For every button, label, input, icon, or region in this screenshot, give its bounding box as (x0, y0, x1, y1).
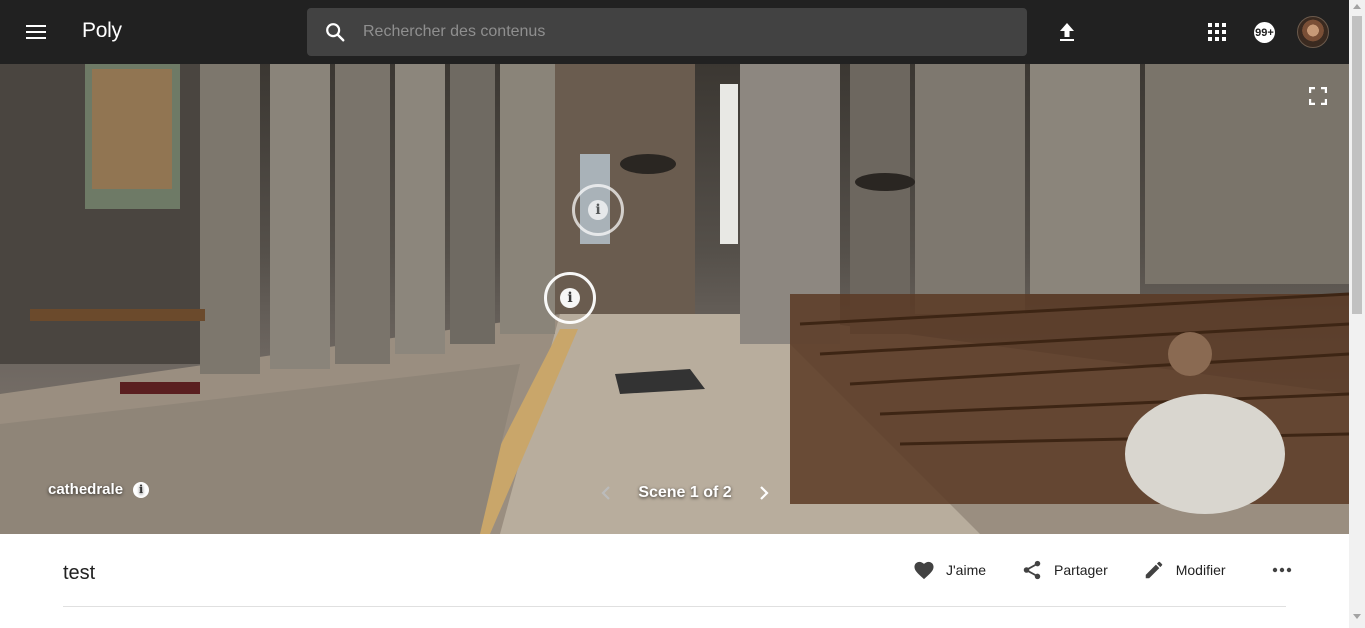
apps-button[interactable] (1203, 18, 1231, 46)
page-scrollbar[interactable] (1349, 0, 1365, 628)
like-label: J'aime (946, 562, 987, 578)
more-horiz-icon (1272, 567, 1291, 573)
search-icon[interactable] (307, 8, 363, 56)
scene-counter: Scene 1 of 2 (638, 484, 732, 501)
info-hotspot[interactable]: i (544, 272, 596, 324)
info-icon: i (588, 200, 608, 220)
edit-label: Modifier (1175, 562, 1226, 578)
heart-icon (912, 558, 936, 582)
scroll-up-arrow[interactable] (1353, 4, 1361, 9)
share-label: Partager (1054, 562, 1108, 578)
scroll-down-arrow[interactable] (1353, 614, 1361, 619)
app-logo[interactable]: Poly (82, 19, 122, 43)
cathedral-panorama (0, 64, 1349, 534)
scene-navigator: Scene 1 of 2 (595, 482, 775, 504)
menu-button[interactable] (20, 16, 52, 48)
next-scene-button[interactable] (753, 482, 775, 504)
info-hotspot[interactable]: i (572, 184, 624, 236)
chevron-right-icon (760, 486, 769, 500)
divider (63, 606, 1286, 607)
page-title: test (63, 562, 96, 584)
pencil-icon (1142, 558, 1166, 582)
menu-icon (26, 25, 46, 39)
scene-title: cathedrale i (48, 481, 150, 498)
panorama-viewer[interactable]: i i cathedrale i Scene 1 of 2 (0, 64, 1349, 534)
scrollbar-thumb[interactable] (1352, 16, 1362, 314)
top-app-bar: Poly 99+ (0, 0, 1349, 64)
info-icon[interactable]: i (133, 481, 150, 498)
action-bar: J'aime Partager Modifier (912, 556, 1294, 584)
more-options-button[interactable] (1270, 558, 1294, 582)
upload-icon (1060, 23, 1074, 41)
search-input[interactable] (363, 23, 1027, 41)
share-icon (1020, 558, 1044, 582)
notification-badge[interactable]: 99+ (1254, 22, 1275, 43)
share-button[interactable]: Partager (1020, 556, 1108, 584)
apps-grid-icon (1208, 23, 1226, 41)
chevron-left-icon (601, 486, 610, 500)
info-icon: i (560, 288, 580, 308)
upload-button[interactable] (1053, 18, 1081, 46)
previous-scene-button[interactable] (595, 482, 617, 504)
fullscreen-icon (1309, 87, 1327, 105)
like-button[interactable]: J'aime (912, 556, 986, 584)
fullscreen-button[interactable] (1306, 84, 1330, 108)
scene-name: cathedrale (48, 481, 124, 498)
edit-button[interactable]: Modifier (1142, 556, 1226, 584)
search-bar[interactable] (307, 8, 1027, 56)
avatar[interactable] (1297, 16, 1329, 48)
